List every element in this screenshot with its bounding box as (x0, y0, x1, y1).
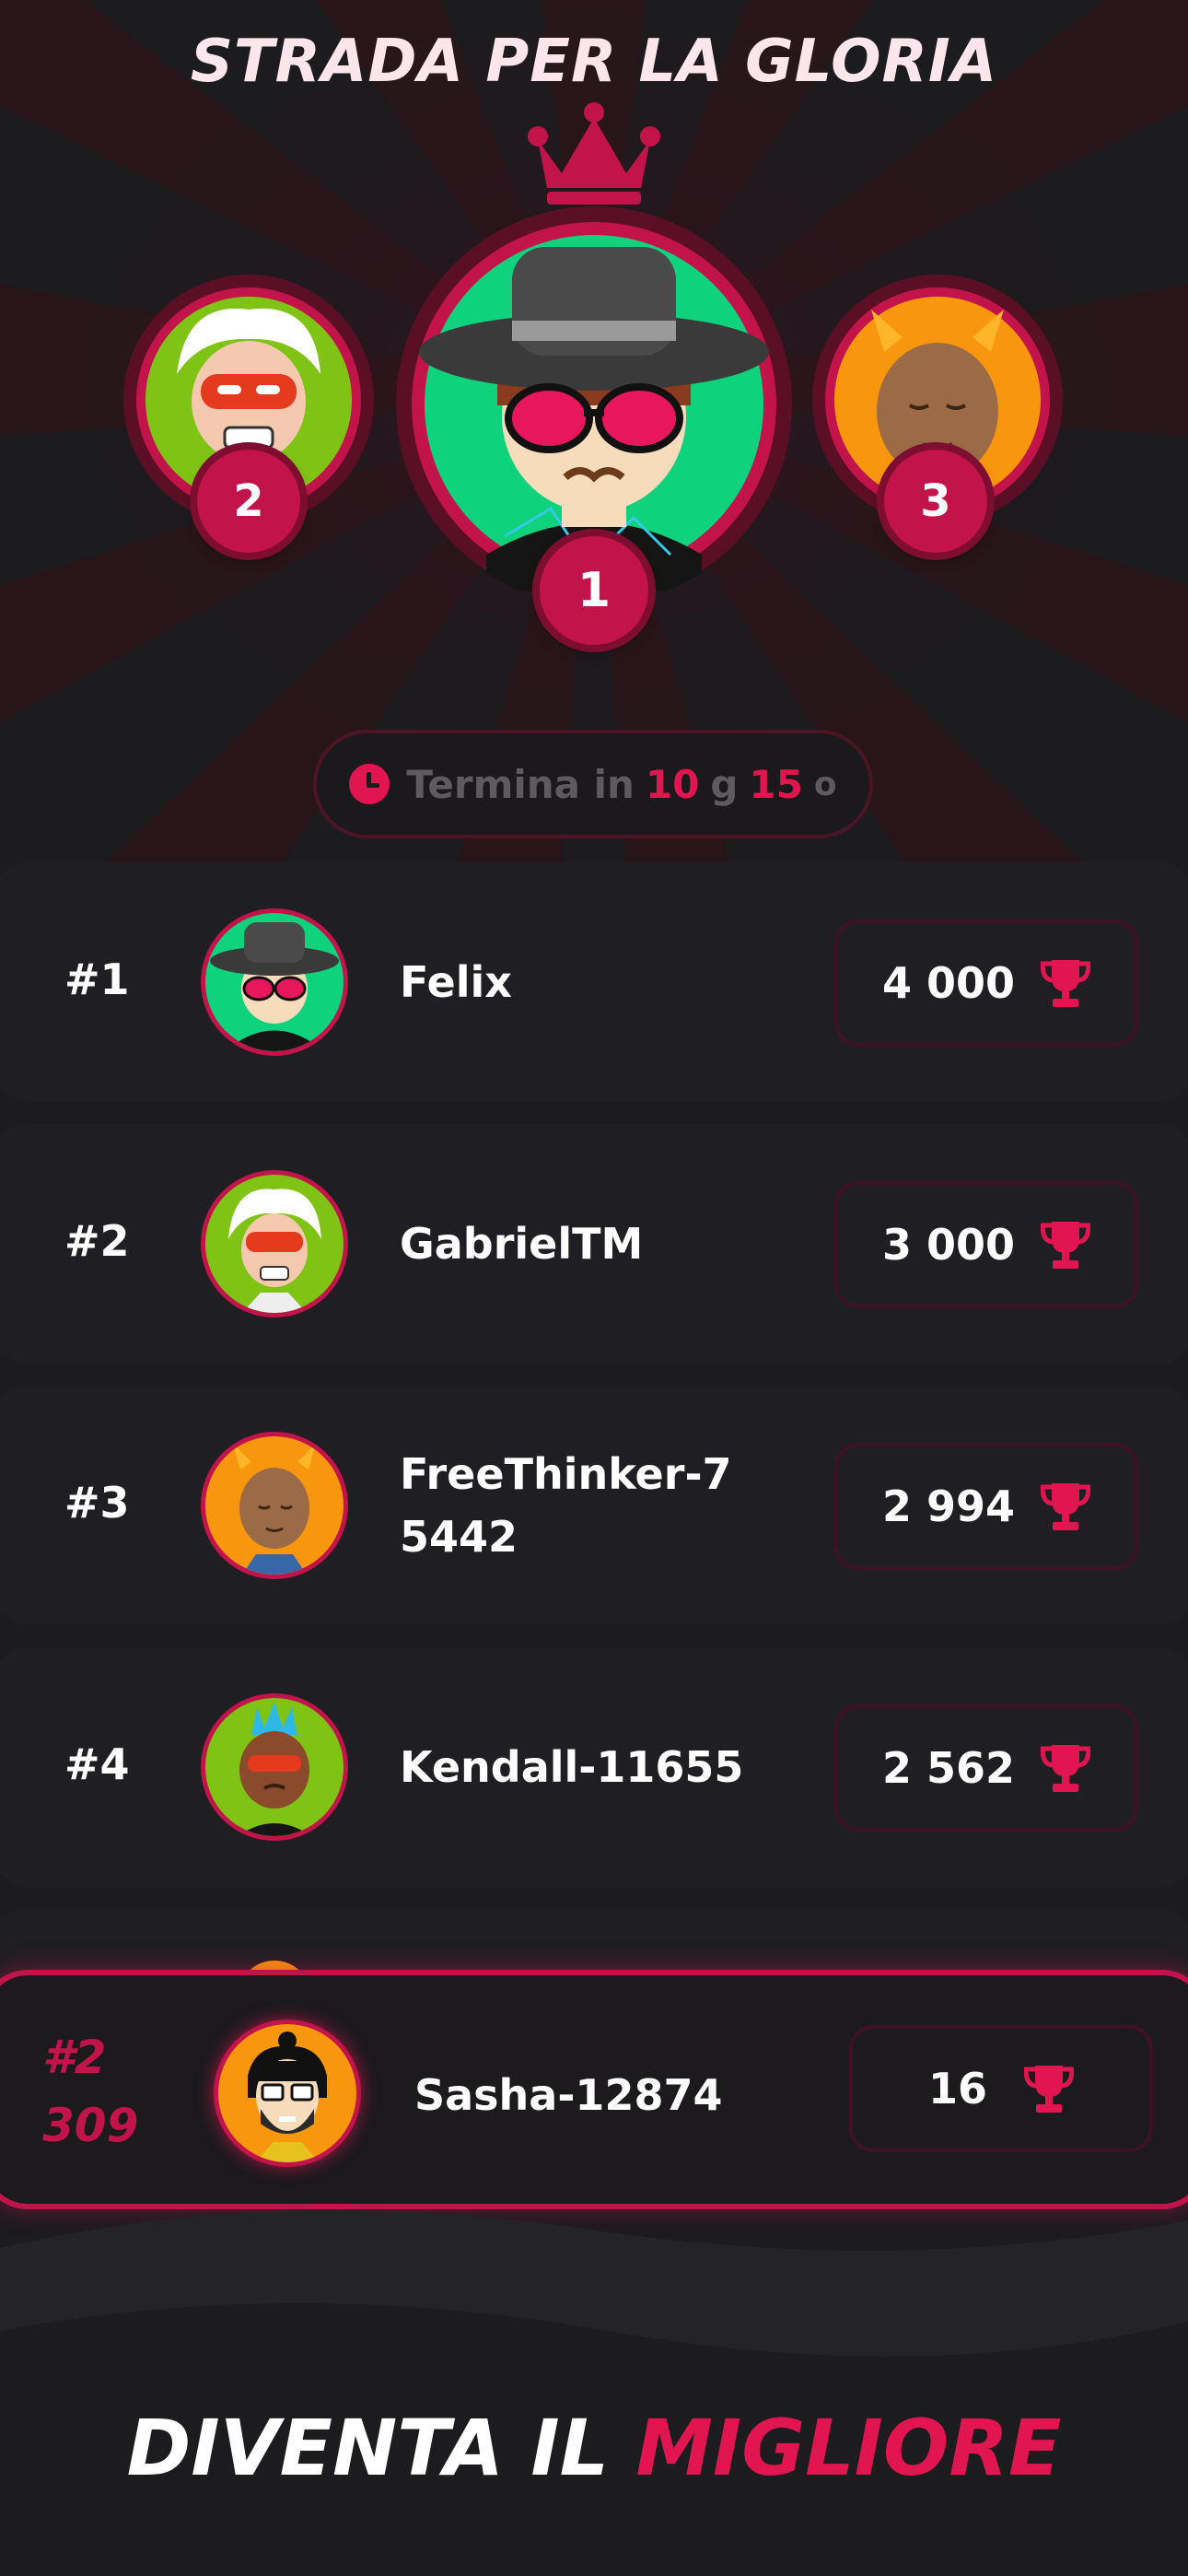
avatar (201, 1170, 348, 1317)
timer-hours-unit: o (813, 765, 837, 803)
score-value: 3 000 (881, 1220, 1016, 1270)
player-name: FreeThinker-7 5442 (400, 1443, 732, 1568)
orange-horns-avatar-icon (233, 1444, 316, 1575)
avatar (201, 1693, 348, 1841)
cta-prefix: DIVENTA IL (126, 2403, 636, 2493)
player-name: Felix (400, 957, 512, 1007)
blue-hair-avatar-icon (238, 1702, 311, 1836)
glasses-beard-avatar-icon (248, 2032, 327, 2162)
timer-pill: Termina in 10 g 15 o (313, 730, 873, 838)
timer-label: Termina in (406, 761, 635, 807)
score-box: 4 000 (834, 919, 1138, 1047)
score-box: 2 562 (834, 1704, 1138, 1832)
crown-icon (528, 102, 660, 205)
avatar (214, 2020, 361, 2167)
timer-hours: 15 (749, 761, 803, 807)
bottom-wave-background (0, 2210, 1188, 2576)
trophy-icon (1024, 2066, 1074, 2113)
score-value: 2 994 (881, 1481, 1016, 1531)
score-value: 16 (927, 2064, 987, 2113)
score-box: 16 (849, 2025, 1153, 2152)
timer-days: 10 (645, 761, 700, 807)
player-name-line: FreeThinker-7 (400, 1449, 732, 1499)
score-box: 2 994 (834, 1443, 1138, 1570)
row-rank: #2 (64, 1216, 130, 1266)
current-user-name: Sasha-12874 (414, 2070, 723, 2120)
cta-highlight: MIGLIORE (635, 2403, 1062, 2493)
score-value: 2 562 (881, 1743, 1016, 1793)
podium-rank-badge: 1 (540, 536, 648, 645)
leaderboard-row[interactable]: #2 GabrielTM 3 000 (0, 1124, 1188, 1364)
page-title: STRADA PER LA GLORIA (190, 28, 998, 96)
leaderboard-row[interactable]: #1 Felix 4 000 (0, 862, 1188, 1102)
fedora-sunglasses-avatar-icon (210, 922, 339, 1051)
avatar (201, 908, 348, 1056)
cta-banner: DIVENTA IL MIGLIORE (0, 2403, 1188, 2493)
leaderboard-row[interactable]: #3 FreeThinker-7 5442 2 994 (0, 1386, 1188, 1625)
row-rank: #3 (64, 1478, 130, 1528)
score-box: 3 000 (834, 1181, 1138, 1308)
player-name: Kendall-11655 (400, 1742, 744, 1792)
podium-rank-badge: 3 (884, 450, 987, 553)
leaderboard-row[interactable]: #4 Kendall-11655 2 562 (0, 1647, 1188, 1887)
trophy-icon (1041, 1745, 1091, 1792)
avatar (201, 1432, 348, 1579)
trophy-icon (1041, 1483, 1091, 1530)
white-hair-mask-avatar-icon (228, 1188, 321, 1313)
podium-rank-badge: 2 (197, 450, 300, 553)
row-rank: #1 (64, 954, 130, 1004)
current-user-rank-line: 309 (42, 2099, 139, 2152)
row-rank: #4 (64, 1739, 130, 1789)
current-user-row[interactable]: #2 309 Sasha-12874 16 (0, 1970, 1188, 2209)
podium-section: STRADA PER LA GLORIA 2 3 1 Termina in 10… (0, 0, 1188, 866)
player-name-line: 5442 (400, 1512, 518, 1562)
current-user-rank: #2 309 (42, 2023, 138, 2160)
trophy-icon (1041, 1222, 1091, 1269)
score-value: 4 000 (881, 958, 1016, 1008)
clock-icon (349, 764, 390, 804)
player-name: GabrielTM (400, 1219, 644, 1269)
timer-days-unit: g (710, 761, 739, 807)
trophy-icon (1041, 960, 1091, 1007)
current-user-rank-line: #2 (42, 2031, 107, 2084)
